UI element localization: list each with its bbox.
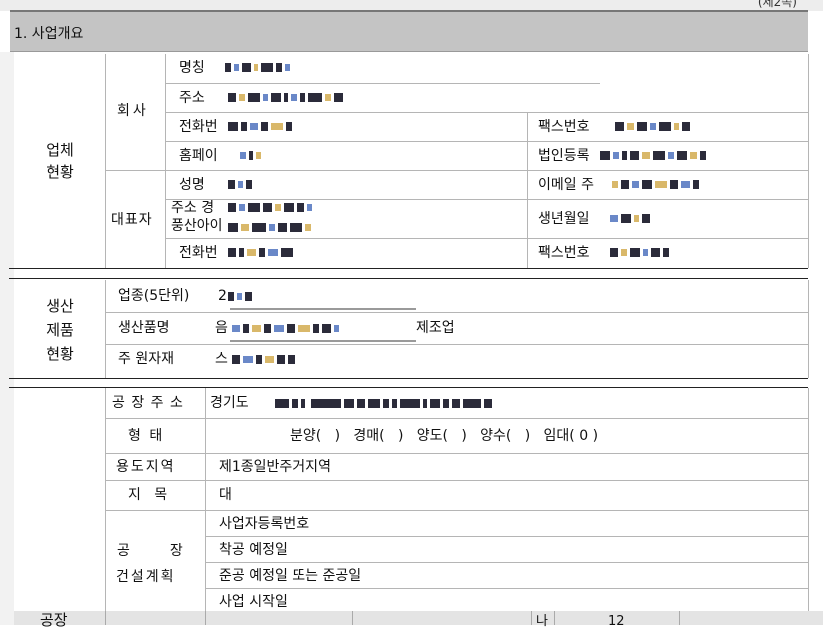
left-margin: [0, 52, 14, 625]
product-label-name: 생산품명: [118, 320, 170, 336]
rep-label: 대표자: [111, 212, 153, 228]
separator-3: [9, 378, 808, 379]
rep-label-name: 성명: [179, 177, 205, 193]
plan-item: 착공 예정일: [219, 542, 288, 558]
label-fax: 팩스번호: [538, 119, 590, 135]
plan-item: 사업 시작일: [219, 594, 288, 610]
redacted-value: [232, 322, 339, 334]
label-homepage: 홈페이: [179, 148, 218, 164]
section-title: 1. 사업개요: [14, 26, 84, 42]
product-value-name: 음: [215, 320, 228, 336]
redacted-value: [228, 221, 311, 233]
label-corp-reg: 법인등록: [538, 148, 590, 164]
section-header: 1. 사업개요: [10, 10, 808, 52]
redacted-value: [615, 120, 690, 132]
product-suffix: 제조업: [416, 320, 455, 336]
rep-label-email: 이메일 주: [538, 177, 594, 193]
bottom-row-col-a: 나: [536, 614, 548, 629]
separator-2: [9, 278, 808, 279]
redacted-value: [228, 120, 292, 132]
rep-label-address-1: 주소 경: [171, 200, 215, 216]
product-value-industry: 2: [218, 288, 227, 304]
factory-label-form: 형 태: [128, 428, 165, 444]
rep-label-phone: 전화번: [179, 245, 218, 261]
factory-label-category: 지 목: [128, 487, 168, 503]
plan-item: 사업자등록번호: [219, 516, 310, 532]
redacted-value: [228, 178, 252, 190]
sheet-number: (제2쪽): [757, 0, 797, 9]
redacted-value: [275, 397, 492, 409]
product-label-industry: 업종(5단위): [118, 288, 190, 304]
redacted-value: [228, 91, 343, 103]
factory-label-zone: 용도지역: [116, 459, 176, 475]
product-value-material: 스: [215, 351, 228, 367]
company-label: 회사: [117, 103, 149, 119]
redacted-value: [240, 149, 261, 161]
factory-plan-label-2: 건설계획: [116, 569, 176, 585]
redacted-value: [600, 149, 706, 161]
factory-label-address: 공 장 주 소: [112, 395, 184, 411]
redacted-value: [610, 246, 669, 258]
redacted-value: [225, 61, 290, 73]
product-label-material: 주 원자재: [118, 351, 174, 367]
next-row-strip: [14, 611, 823, 625]
plan-item: 준공 예정일 또는 준공일: [219, 568, 362, 584]
redacted-value: [228, 290, 252, 302]
redacted-value: [612, 178, 699, 190]
separator-1: [9, 268, 808, 269]
company-section-title: 업체 현황: [46, 141, 74, 181]
separator-4: [9, 387, 808, 388]
factory-value-category: 대: [219, 487, 232, 503]
redacted-value: [610, 212, 650, 224]
label-address: 주소: [179, 90, 205, 106]
factory-plan-label-1: 공 장: [117, 543, 183, 559]
redacted-value: [232, 353, 295, 365]
factory-form-options: 분양( ) 경매( ) 양도( ) 양수( ) 임대( 0 ): [290, 428, 599, 444]
factory-value-address: 경기도: [210, 395, 249, 411]
rep-label-birth: 생년월일: [538, 211, 590, 227]
rep-label-address-2: 풍산아이: [171, 218, 223, 234]
label-name: 명칭: [179, 60, 205, 76]
bottom-row-label: 공장: [40, 611, 68, 629]
label-phone: 전화번: [179, 119, 218, 135]
redacted-value: [228, 246, 293, 258]
redacted-value: [228, 201, 312, 213]
bottom-row-col-b: 12: [608, 614, 625, 629]
product-section-title: 생산 제품 현황: [46, 297, 74, 363]
rep-label-fax: 팩스번호: [538, 245, 590, 261]
factory-value-zone: 제1종일반주거지역: [219, 459, 331, 475]
